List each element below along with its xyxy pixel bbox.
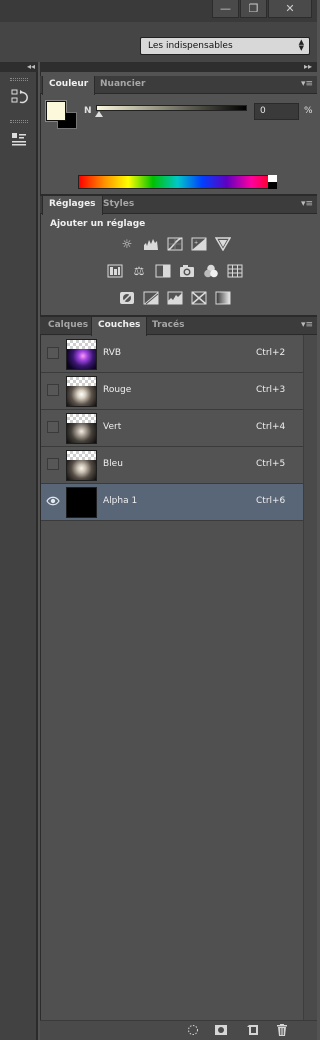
channel-shortcut: Ctrl+4 bbox=[256, 422, 286, 432]
channel-label: N bbox=[84, 106, 92, 116]
channel-shortcut: Ctrl+2 bbox=[256, 348, 286, 358]
tab-couleur-label: Couleur bbox=[49, 79, 89, 89]
channel-mixer-icon[interactable] bbox=[203, 264, 219, 278]
history-icon[interactable] bbox=[10, 88, 28, 106]
workspace-select-value: Les indispensables bbox=[148, 41, 233, 51]
tab-nuancier-label: Nuancier bbox=[100, 79, 146, 89]
visibility-toggle[interactable] bbox=[47, 384, 59, 396]
channel-thumbnail bbox=[66, 339, 97, 370]
threshold-icon[interactable] bbox=[167, 291, 183, 305]
spectrum-white-swatch[interactable] bbox=[268, 175, 277, 182]
new-channel-icon[interactable] bbox=[246, 1024, 260, 1036]
channel-name: Bleu bbox=[103, 459, 123, 469]
foreground-color-swatch-face bbox=[46, 101, 66, 121]
channel-shortcut: Ctrl+3 bbox=[256, 385, 286, 395]
panel-menu-icon[interactable]: ▾≡ bbox=[301, 320, 313, 330]
tab-couches[interactable]: Couches bbox=[91, 317, 148, 336]
visibility-toggle[interactable] bbox=[47, 421, 59, 433]
channels-panel-tabbar: Calques Couches Tracés ▾≡ bbox=[40, 317, 317, 336]
selective-color-icon[interactable] bbox=[191, 291, 207, 305]
workspace-select[interactable]: Les indispensables ▲ ▼ bbox=[140, 37, 310, 55]
black-value-input[interactable]: 0 bbox=[254, 103, 299, 120]
tab-calques[interactable]: Calques bbox=[42, 317, 94, 335]
panel-menu-icon[interactable]: ▾≡ bbox=[301, 199, 313, 209]
invert-icon[interactable] bbox=[119, 291, 135, 305]
channel-name: Rouge bbox=[103, 385, 132, 395]
photo-filter-icon[interactable] bbox=[179, 264, 195, 278]
collapse-right-icon[interactable]: ▸▸ bbox=[304, 62, 312, 72]
black-slider-track[interactable] bbox=[96, 105, 247, 111]
adjustments-panel-tabbar: Réglages Styles ▾≡ bbox=[40, 196, 317, 215]
minimize-button[interactable]: — bbox=[212, 0, 239, 18]
gradient-map-icon[interactable] bbox=[215, 291, 231, 305]
channel-thumbnail bbox=[66, 376, 97, 407]
color-panel-tabbar: Couleur Nuancier ▾≡ bbox=[40, 76, 317, 95]
properties-icon[interactable] bbox=[10, 130, 28, 148]
exposure-icon[interactable]: + bbox=[191, 237, 207, 251]
brightness-contrast-icon[interactable]: ☼ bbox=[119, 237, 135, 251]
tab-traces[interactable]: Tracés bbox=[146, 317, 190, 335]
tab-calques-label: Calques bbox=[48, 320, 89, 330]
curves-icon[interactable] bbox=[167, 237, 183, 251]
tab-reglages[interactable]: Réglages bbox=[42, 196, 103, 215]
spectrum-black-swatch[interactable] bbox=[268, 182, 277, 189]
trash-icon[interactable] bbox=[275, 1024, 289, 1036]
percent-label: % bbox=[304, 106, 313, 116]
channel-thumbnail bbox=[66, 450, 97, 481]
add-adjustment-heading: Ajouter un réglage bbox=[50, 219, 146, 229]
color-lookup-icon[interactable] bbox=[227, 264, 243, 278]
channel-row-rouge[interactable]: Rouge Ctrl+3 bbox=[41, 373, 303, 410]
dock-strip-right: ▸▸ bbox=[40, 62, 317, 72]
hue-saturation-icon[interactable] bbox=[107, 264, 123, 278]
restore-icon: ❐ bbox=[248, 2, 259, 15]
visibility-toggle[interactable] bbox=[47, 458, 59, 470]
dock-strip-left: ◂◂ bbox=[0, 62, 38, 72]
visibility-toggle[interactable] bbox=[47, 347, 59, 359]
channel-name: Vert bbox=[103, 422, 122, 432]
posterize-icon[interactable] bbox=[143, 291, 159, 305]
channel-row-rvb[interactable]: RVB Ctrl+2 bbox=[41, 336, 303, 373]
channel-name: Alpha 1 bbox=[103, 496, 138, 506]
tab-styles-label: Styles bbox=[103, 199, 135, 209]
channel-name: RVB bbox=[103, 348, 122, 358]
svg-text:+: + bbox=[194, 240, 198, 246]
channel-thumbnail bbox=[66, 413, 97, 444]
load-selection-icon[interactable] bbox=[186, 1024, 200, 1036]
tab-reglages-label: Réglages bbox=[49, 199, 96, 209]
collapsed-panel-column bbox=[0, 72, 38, 1040]
black-white-icon[interactable] bbox=[155, 264, 171, 278]
save-selection-icon[interactable] bbox=[214, 1024, 228, 1036]
collapse-left-icon[interactable]: ◂◂ bbox=[27, 62, 35, 72]
tab-couleur[interactable]: Couleur bbox=[42, 76, 96, 95]
panel-menu-icon[interactable]: ▾≡ bbox=[301, 79, 313, 89]
channel-row-bleu[interactable]: Bleu Ctrl+5 bbox=[41, 447, 303, 484]
close-button[interactable]: ✕ bbox=[268, 0, 312, 18]
select-arrows-icon: ▲ ▼ bbox=[298, 38, 304, 52]
grip-handle[interactable] bbox=[10, 78, 28, 81]
eye-icon[interactable] bbox=[46, 494, 60, 508]
restore-button[interactable]: ❐ bbox=[240, 0, 267, 18]
minimize-icon: — bbox=[220, 2, 231, 15]
tab-nuancier[interactable]: Nuancier bbox=[94, 76, 151, 94]
slider-thumb[interactable] bbox=[95, 111, 103, 117]
vibrance-icon[interactable] bbox=[214, 237, 232, 252]
close-icon: ✕ bbox=[285, 2, 295, 15]
tab-couches-label: Couches bbox=[98, 320, 141, 330]
color-spectrum-bar[interactable] bbox=[78, 175, 277, 189]
channel-thumbnail bbox=[66, 487, 97, 518]
channel-row-vert[interactable]: Vert Ctrl+4 bbox=[41, 410, 303, 447]
grip-handle[interactable] bbox=[10, 120, 28, 123]
channel-shortcut: Ctrl+5 bbox=[256, 459, 286, 469]
tab-traces-label: Tracés bbox=[152, 320, 185, 330]
channel-row-alpha-1[interactable]: Alpha 1 Ctrl+6 bbox=[41, 484, 303, 521]
color-balance-icon[interactable]: ⚖ bbox=[131, 264, 147, 278]
tab-styles[interactable]: Styles bbox=[97, 196, 140, 214]
levels-icon[interactable] bbox=[143, 237, 159, 251]
channel-shortcut: Ctrl+6 bbox=[256, 496, 286, 506]
channels-scrollbar[interactable] bbox=[303, 335, 317, 1020]
